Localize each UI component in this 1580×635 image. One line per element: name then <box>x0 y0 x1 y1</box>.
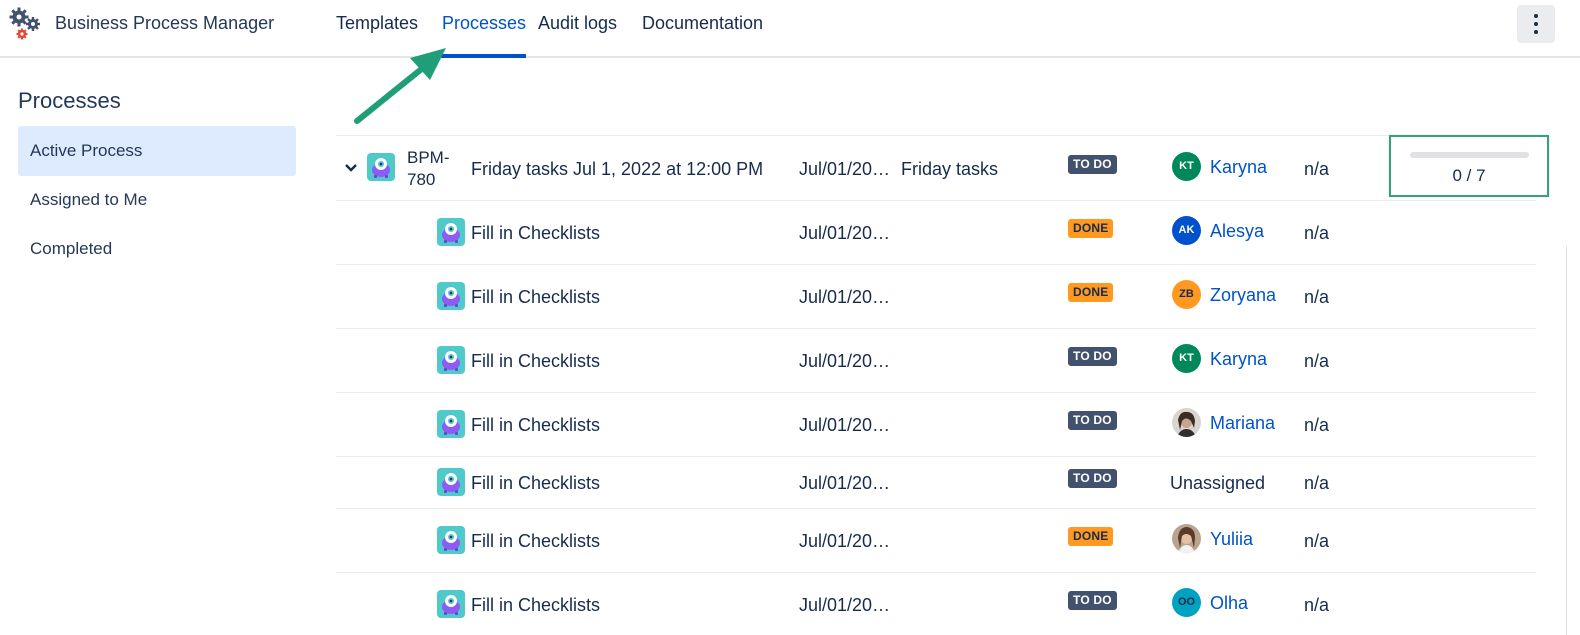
gears-logo-icon[interactable] <box>8 6 44 42</box>
due-date: n/a <box>1304 595 1330 615</box>
assignee-link[interactable]: Karyna <box>1210 349 1267 370</box>
assignee-unassigned[interactable]: Unassigned <box>1170 473 1265 494</box>
progress-highlight-box: 0 / 7 <box>1389 135 1549 197</box>
active-tab-indicator <box>440 54 526 58</box>
sidebar-item-completed[interactable]: Completed <box>18 224 296 274</box>
status-badge: DONE <box>1068 527 1114 546</box>
status-badge: DONE <box>1068 283 1114 302</box>
status-badge: TO DO <box>1068 411 1117 430</box>
task-app-icon <box>437 468 465 496</box>
process-key[interactable]: BPM- 780 <box>407 147 450 191</box>
task-app-icon <box>437 410 465 438</box>
status-badge: TO DO <box>1068 347 1117 366</box>
task-summary[interactable]: Fill in Checklists <box>471 595 600 616</box>
process-summary[interactable]: Friday tasks Jul 1, 2022 at 12:00 PM <box>471 159 763 180</box>
status-badge: DONE <box>1068 219 1114 238</box>
assignee-link[interactable]: Zoryana <box>1210 285 1276 306</box>
status-badge: TO DO <box>1068 155 1117 174</box>
assignee-link[interactable]: Alesya <box>1210 221 1264 242</box>
task-date: Jul/01/20… <box>799 223 891 243</box>
table-row[interactable]: Fill in Checklists Jul/01/20… TO DO Mari… <box>336 392 1536 456</box>
table-row[interactable]: Fill in Checklists Jul/01/20… TO DO KT K… <box>336 328 1536 392</box>
nav-tab-processes[interactable]: Processes <box>442 13 526 34</box>
chevron-down-icon[interactable] <box>344 163 358 173</box>
avatar-photo[interactable] <box>1172 524 1201 553</box>
task-summary[interactable]: Fill in Checklists <box>471 415 600 436</box>
status-badge: TO DO <box>1068 591 1117 610</box>
more-vertical-icon <box>1534 14 1538 18</box>
avatar[interactable]: AK <box>1172 216 1201 245</box>
task-app-icon <box>437 526 465 554</box>
task-date: Jul/01/20… <box>799 531 891 551</box>
avatar[interactable]: ZB <box>1172 280 1201 309</box>
status-badge: TO DO <box>1068 469 1117 488</box>
process-date: Jul/01/20… <box>799 159 891 179</box>
avatar[interactable]: KT <box>1172 344 1201 373</box>
table-row[interactable]: Fill in Checklists Jul/01/20… DONE ZB Zo… <box>336 264 1536 328</box>
assignee-link[interactable]: Karyna <box>1210 157 1267 178</box>
process-template: Friday tasks <box>901 159 999 179</box>
more-vertical-icon-dot <box>1534 30 1538 34</box>
due-date: n/a <box>1304 473 1330 493</box>
task-date: Jul/01/20… <box>799 287 891 307</box>
assignee-link[interactable]: Mariana <box>1210 413 1275 434</box>
more-options-button[interactable] <box>1517 5 1555 43</box>
avatar-photo[interactable] <box>1172 408 1201 437</box>
task-app-icon <box>437 346 465 374</box>
process-key-line2[interactable]: 780 <box>407 169 450 191</box>
more-vertical-icon-dot <box>1534 22 1538 26</box>
sidebar-title: Processes <box>18 88 121 113</box>
table-row[interactable]: Fill in Checklists Jul/01/20… TO DO Unas… <box>336 456 1536 508</box>
task-summary[interactable]: Fill in Checklists <box>471 531 600 552</box>
assignee-link[interactable]: Yuliia <box>1210 529 1253 550</box>
due-date: n/a <box>1304 351 1330 371</box>
process-row[interactable]: BPM- 780 Friday tasks Jul 1, 2022 at 12:… <box>336 135 1536 200</box>
top-navigation-bar: Business Process Manager Templates Proce… <box>0 0 1580 58</box>
scrollbar-track[interactable] <box>1566 246 1567 635</box>
process-key-line1[interactable]: BPM- <box>407 147 450 169</box>
assignee-link[interactable]: Olha <box>1210 593 1248 614</box>
task-summary[interactable]: Fill in Checklists <box>471 223 600 244</box>
table-row[interactable]: Fill in Checklists Jul/01/20… DONE Yulii… <box>336 508 1536 572</box>
task-app-icon <box>437 282 465 310</box>
table-row[interactable]: Fill in Checklists Jul/01/20… TO DO OO O… <box>336 572 1536 635</box>
nav-tab-audit-logs[interactable]: Audit logs <box>538 13 617 34</box>
due-date: n/a <box>1304 415 1330 435</box>
due-date: n/a <box>1304 159 1330 179</box>
task-app-icon <box>437 590 465 618</box>
app-title[interactable]: Business Process Manager <box>55 13 274 34</box>
nav-tab-documentation[interactable]: Documentation <box>642 13 763 34</box>
task-date: Jul/01/20… <box>799 595 891 615</box>
task-date: Jul/01/20… <box>799 473 891 493</box>
sidebar-item-assigned-to-me[interactable]: Assigned to Me <box>18 175 296 225</box>
task-summary[interactable]: Fill in Checklists <box>471 351 600 372</box>
nav-tab-templates[interactable]: Templates <box>336 13 418 34</box>
avatar[interactable]: KT <box>1172 152 1201 181</box>
progress-bar <box>1410 152 1529 158</box>
progress-count: 0 / 7 <box>1452 166 1486 185</box>
table-row[interactable]: Fill in Checklists Jul/01/20… DONE AK Al… <box>336 200 1536 264</box>
avatar[interactable]: OO <box>1172 588 1201 617</box>
task-summary[interactable]: Fill in Checklists <box>471 473 600 494</box>
due-date: n/a <box>1304 531 1330 551</box>
process-app-icon <box>367 153 395 181</box>
sidebar-item-active-process[interactable]: Active Process <box>18 126 296 176</box>
due-date: n/a <box>1304 287 1330 307</box>
due-date: n/a <box>1304 223 1330 243</box>
task-summary[interactable]: Fill in Checklists <box>471 287 600 308</box>
task-app-icon <box>437 218 465 246</box>
task-date: Jul/01/20… <box>799 351 891 371</box>
task-date: Jul/01/20… <box>799 415 891 435</box>
